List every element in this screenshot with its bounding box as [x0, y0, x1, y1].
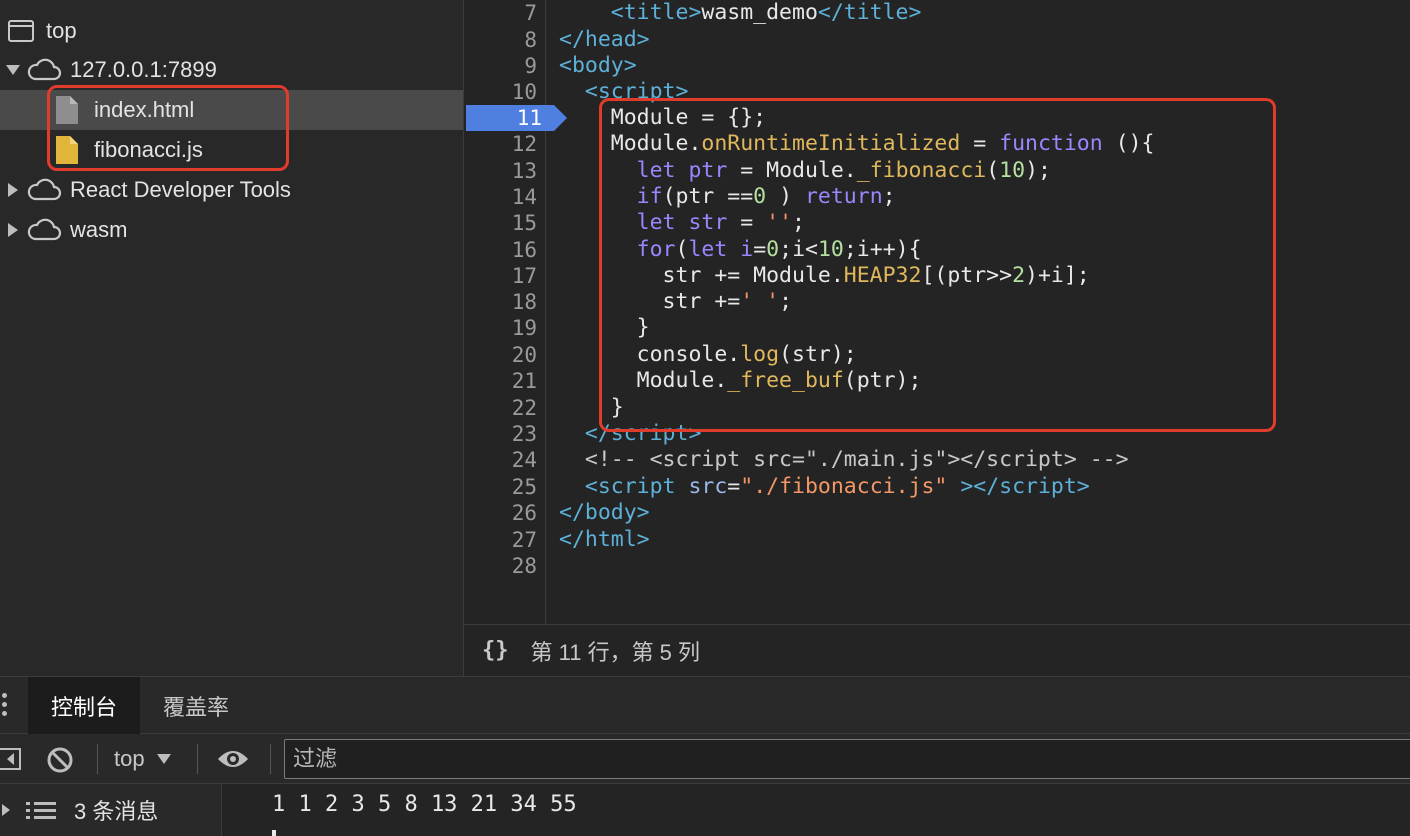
frame-icon	[8, 20, 34, 42]
tab-label: 覆盖率	[162, 695, 229, 720]
line-number[interactable]: 25	[457, 474, 537, 500]
line-number[interactable]: 8	[457, 27, 537, 53]
nav-item-label: React Developer Tools	[70, 177, 291, 202]
line-number[interactable]: 22	[457, 395, 537, 421]
line-number[interactable]: 9	[457, 53, 537, 79]
code-editor[interactable]: 7 8 9 10 11 12 13 14 15 16 17 18 19 20 2…	[463, 0, 1410, 624]
line-number[interactable]: 24	[457, 447, 537, 473]
line-number[interactable]: 26	[457, 500, 537, 526]
line-gutter[interactable]: 7 8 9 10 11 12 13 14 15 16 17 18 19 20 2…	[464, 0, 567, 624]
code-line: <!-- <script src="./main.js"></script> -…	[584, 447, 1129, 472]
expand-arrow-icon[interactable]	[2, 804, 10, 816]
tab-console[interactable]: 控制台	[28, 677, 140, 735]
code-line: </head>	[559, 27, 650, 52]
cloud-icon	[27, 58, 62, 81]
tab-coverage[interactable]: 覆盖率	[150, 677, 242, 735]
drawer-menu-icon[interactable]	[2, 693, 8, 721]
nav-item-wasm[interactable]: wasm	[0, 210, 463, 250]
breakpoint-line-number[interactable]: 11	[466, 105, 542, 131]
context-label: top	[114, 746, 145, 771]
pretty-print-button[interactable]: {}	[482, 638, 509, 663]
line-number[interactable]: 21	[457, 368, 537, 394]
nav-item-localhost[interactable]: 127.0.0.1:7899	[0, 50, 463, 90]
line-number[interactable]: 14	[457, 184, 537, 210]
sidebar-toggle-icon[interactable]	[0, 747, 22, 771]
files-highlight-box	[47, 85, 289, 171]
code-line: <title>wasm_demo</title>	[610, 0, 922, 25]
editor-status-bar: {} 第 11 行，第 5 列	[463, 624, 1410, 676]
line-number[interactable]: 13	[457, 158, 537, 184]
console-sidebar: 3 条消息	[0, 784, 222, 836]
nav-item-label: top	[46, 18, 77, 43]
line-number[interactable]: 10	[457, 79, 537, 105]
eye-icon[interactable]	[216, 747, 250, 771]
line-number[interactable]: 20	[457, 342, 537, 368]
line-number[interactable]: 18	[457, 289, 537, 315]
code-highlight-box	[599, 98, 1276, 432]
nav-item-label: wasm	[70, 217, 128, 242]
code-line: <body>	[559, 53, 637, 78]
line-number[interactable]: 23	[457, 421, 537, 447]
cursor-position: 第 11 行，第 5 列	[530, 639, 701, 665]
console-area: 3 条消息 1 1 2 3 5 8 13 21 34 55	[0, 784, 1410, 836]
line-number[interactable]: 12	[457, 131, 537, 157]
toolbar-separator	[97, 744, 98, 774]
line-number[interactable]: 17	[457, 263, 537, 289]
code-line: </html>	[559, 527, 650, 552]
nav-item-top[interactable]: top	[0, 11, 463, 51]
console-message[interactable]: 1 1 2 3 5 8 13 21 34 55	[272, 792, 577, 817]
code-line: <script src="./fibonacci.js" ></script>	[584, 474, 1090, 499]
chevron-down-icon	[156, 754, 171, 764]
line-number[interactable]: 28	[457, 553, 537, 579]
code-line: </body>	[559, 500, 650, 525]
console-prompt-caret[interactable]	[272, 830, 276, 836]
expand-arrow-icon[interactable]	[8, 183, 18, 197]
nav-item-label: 127.0.0.1:7899	[70, 57, 217, 82]
line-number[interactable]: 16	[457, 237, 537, 263]
cloud-icon	[27, 218, 62, 241]
filter-input[interactable]: 过滤	[284, 739, 1410, 779]
message-count[interactable]: 3 条消息	[74, 794, 158, 826]
expand-arrow-icon[interactable]	[6, 65, 20, 75]
line-number[interactable]: 27	[457, 527, 537, 553]
drawer-tab-bar: 控制台 覆盖率	[0, 676, 1410, 735]
clear-console-icon[interactable]	[46, 746, 74, 774]
sources-navigator: top 127.0.0.1:7899 index.html fibonacci.…	[0, 0, 463, 676]
tab-label: 控制台	[50, 695, 117, 720]
expand-arrow-icon[interactable]	[8, 223, 18, 237]
nav-item-react-devtools[interactable]: React Developer Tools	[0, 170, 463, 210]
line-number[interactable]: 15	[457, 210, 537, 236]
toolbar-separator	[270, 744, 271, 774]
list-icon	[26, 802, 56, 819]
console-toolbar: top 过滤	[0, 734, 1410, 784]
cloud-icon	[27, 178, 62, 201]
line-number[interactable]: 19	[457, 315, 537, 341]
toolbar-separator	[197, 744, 198, 774]
line-number[interactable]: 7	[457, 0, 537, 26]
context-selector[interactable]: top	[114, 744, 171, 774]
